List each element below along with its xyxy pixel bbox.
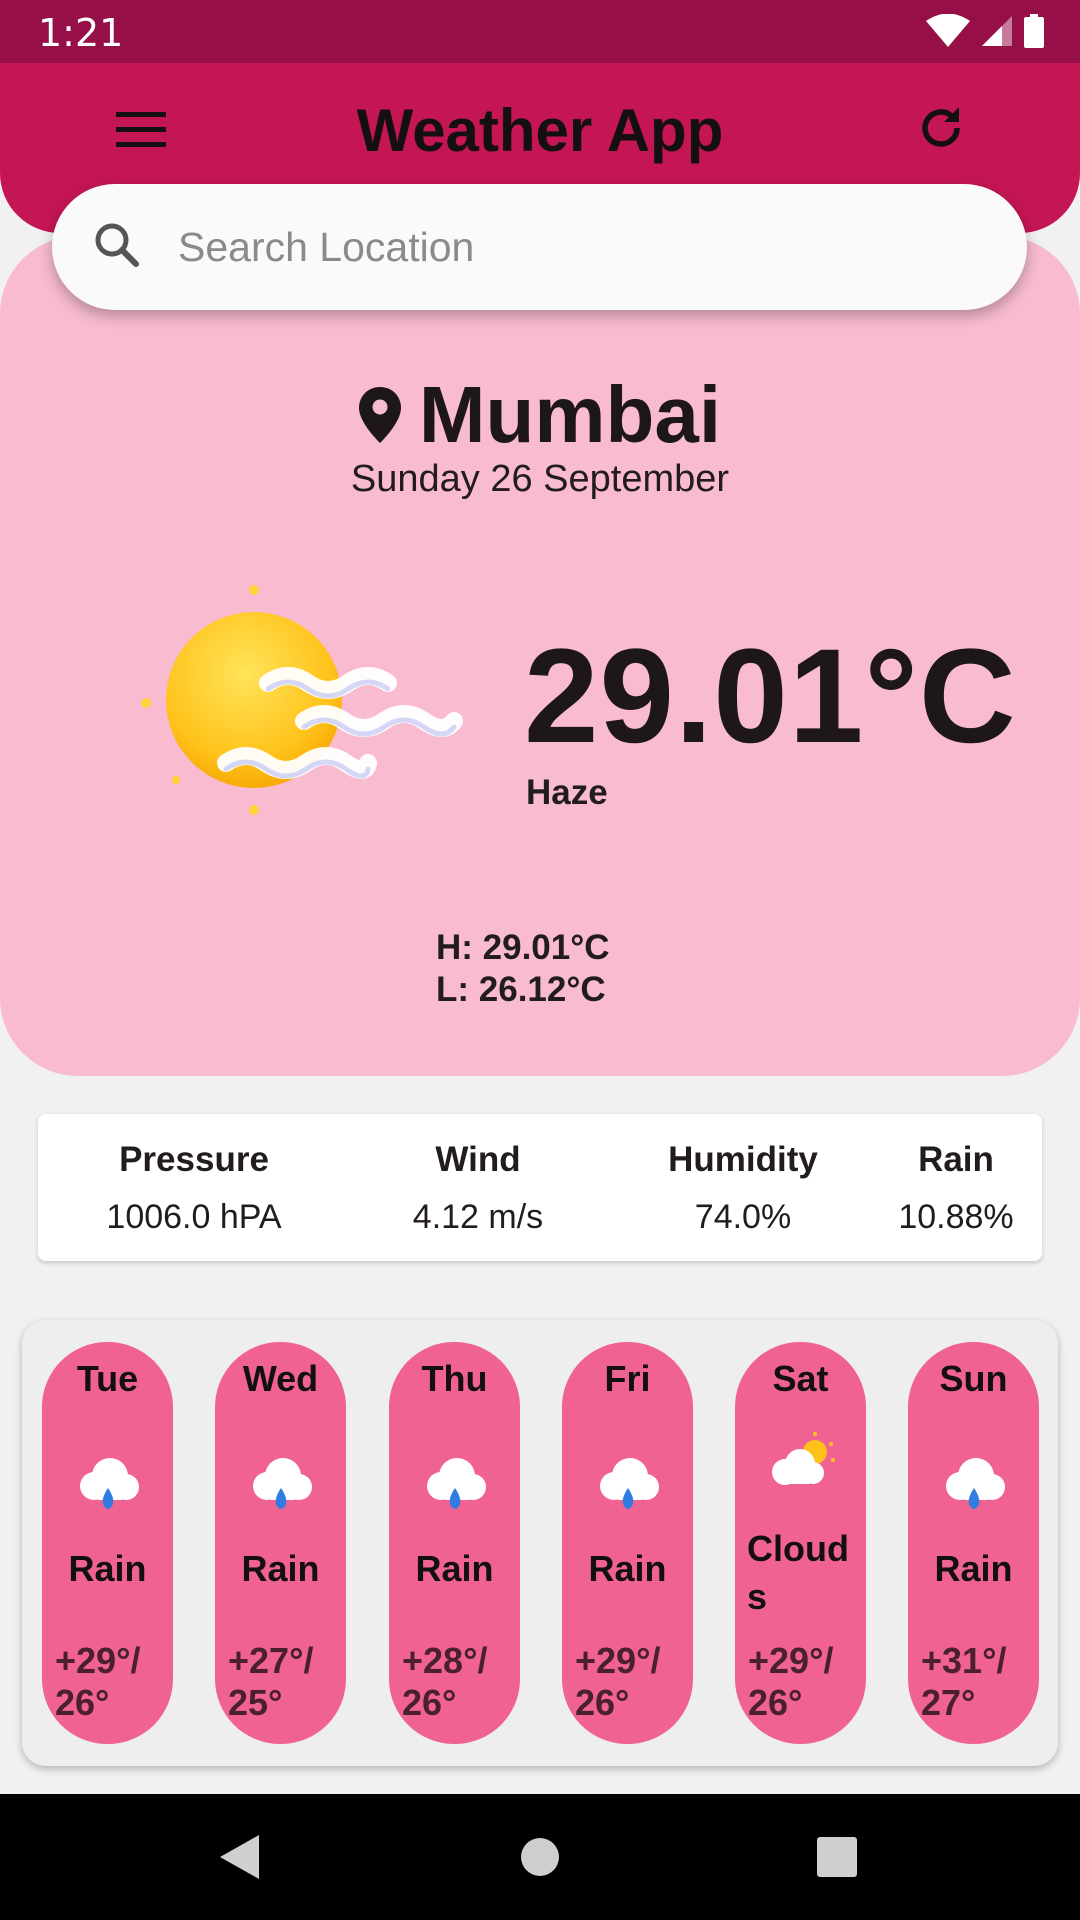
forecast-panel: Tue Rain +29°/ 26° Wed Rain +27°/ 25° Th… (22, 1320, 1058, 1766)
rain-icon (253, 1458, 312, 1509)
current-date: Sunday 26 September (350, 458, 730, 500)
forecast-day-name: Wed (242, 1358, 319, 1399)
rain-icon (80, 1458, 139, 1509)
location-row: Mumbai (0, 365, 1080, 465)
low-temperature: L: 26.12°C (436, 970, 606, 1009)
forecast-day-name: Fri (604, 1358, 651, 1399)
nav-back-button[interactable] (206, 1824, 272, 1890)
forecast-condition: Rain (68, 1548, 147, 1589)
recents-square-icon (817, 1837, 857, 1877)
location-name: Mumbai (418, 370, 722, 459)
search-icon (95, 223, 139, 267)
nav-recents-button[interactable] (804, 1824, 870, 1890)
stat-label: Pressure (119, 1140, 269, 1179)
cloud-sun-icon (772, 1432, 835, 1485)
forecast-temp: +27°/ 25° (228, 1640, 314, 1723)
forecast-day-name: Sat (772, 1358, 829, 1399)
forecast-day-card[interactable]: Tue Rain +29°/ 26° (42, 1342, 173, 1744)
forecast-temp: +29°/ 26° (55, 1640, 141, 1723)
stat-value: 4.12 m/s (412, 1198, 544, 1236)
home-circle-icon (521, 1838, 559, 1876)
forecast-temp: +28°/ 26° (402, 1640, 488, 1723)
haze-icon (141, 585, 463, 815)
back-triangle-icon (220, 1835, 259, 1879)
stat-humidity: Humidity 74.0% (613, 1140, 873, 1237)
stat-pressure: Pressure 1006.0 hPA (56, 1140, 332, 1237)
high-temperature: H: 29.01°C (436, 928, 610, 967)
search-input[interactable] (178, 214, 978, 280)
forecast-day-card[interactable]: Sat Clouds +29°/ 26° (735, 1342, 866, 1744)
forecast-day-name: Sun (939, 1358, 1008, 1399)
forecast-condition: Rain (241, 1548, 320, 1589)
nav-home-button[interactable] (507, 1824, 573, 1890)
search-bar[interactable] (52, 184, 1027, 310)
forecast-temp: +29°/ 26° (575, 1640, 661, 1723)
forecast-day-name: Thu (421, 1358, 488, 1399)
forecast-condition: Rain (588, 1548, 667, 1589)
rain-icon (600, 1458, 659, 1509)
current-condition: Haze (526, 773, 608, 812)
forecast-temp: +29°/ 26° (748, 1640, 834, 1723)
forecast-temp: +31°/ 27° (921, 1640, 1007, 1723)
status-icons (926, 14, 1044, 48)
stat-value: 1006.0 hPA (106, 1198, 282, 1236)
stat-label: Rain (918, 1140, 994, 1179)
location-pin-icon (358, 387, 401, 443)
cell-signal-icon (982, 16, 1012, 46)
refresh-button[interactable] (908, 95, 974, 161)
forecast-day-card[interactable]: Fri Rain +29°/ 26° (562, 1342, 693, 1744)
forecast-day-card[interactable]: Sun Rain +31°/ 27° (908, 1342, 1039, 1744)
current-temperature: 29.01°C (524, 622, 1017, 771)
stat-label: Wind (435, 1140, 521, 1179)
refresh-icon (922, 107, 960, 147)
stat-wind: Wind 4.12 m/s (348, 1140, 608, 1237)
forecast-day-card[interactable]: Wed Rain +27°/ 25° (215, 1342, 346, 1744)
forecast-condition: Rain (415, 1548, 494, 1589)
status-bar: 1:21 (0, 0, 1080, 63)
forecast-condition: Rain (934, 1548, 1013, 1589)
status-time: 1:21 (38, 11, 124, 55)
forecast-day-name: Tue (76, 1358, 139, 1399)
rain-icon (946, 1458, 1005, 1509)
battery-icon (1024, 14, 1044, 48)
system-nav-bar (0, 1794, 1080, 1920)
stat-rain: Rain 10.88% (886, 1140, 1026, 1237)
forecast-day-card[interactable]: Thu Rain +28°/ 26° (389, 1342, 520, 1744)
weather-stats-card: Pressure 1006.0 hPA Wind 4.12 m/s Humidi… (38, 1114, 1042, 1261)
stat-value: 74.0% (694, 1198, 792, 1236)
stat-label: Humidity (668, 1140, 818, 1179)
stat-value: 10.88% (898, 1198, 1014, 1236)
wifi-icon (926, 14, 970, 47)
forecast-condition: Clouds (747, 1528, 849, 1617)
rain-icon (427, 1458, 486, 1509)
